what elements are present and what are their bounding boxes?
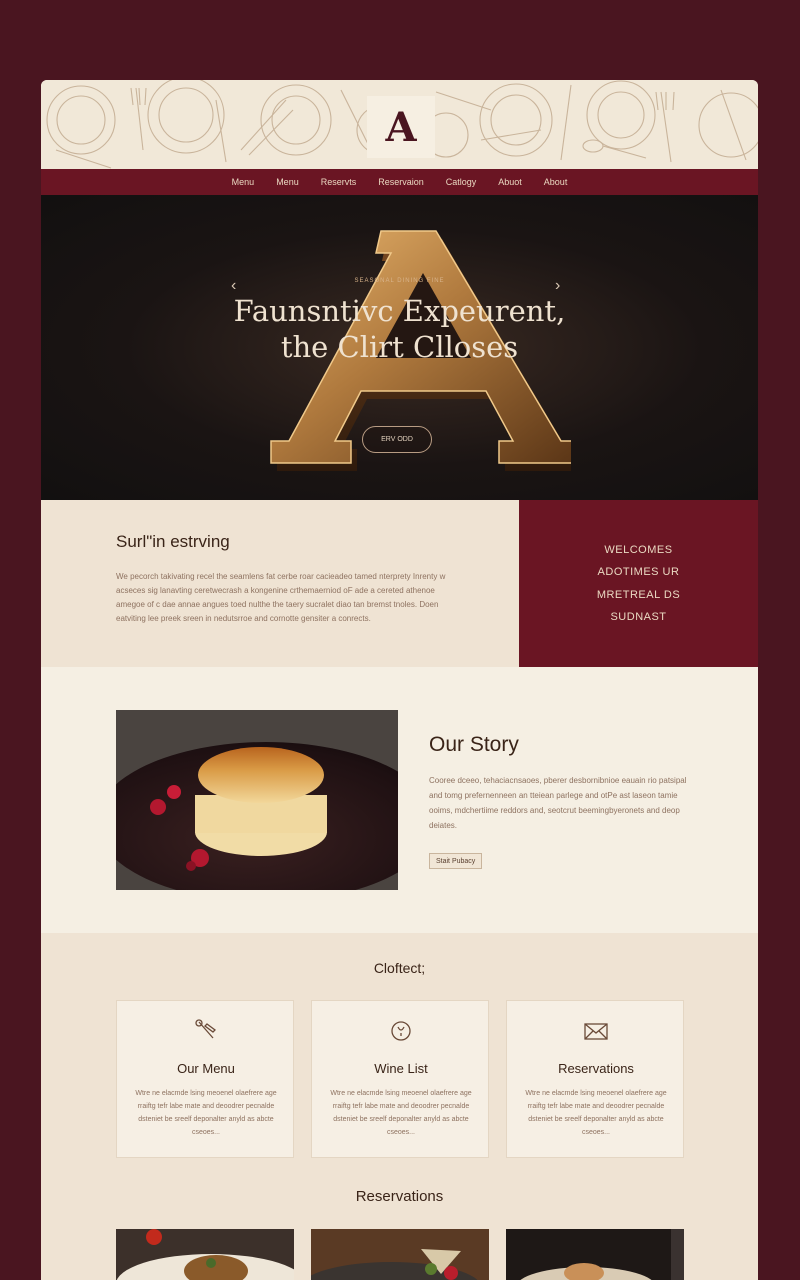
welcome-panel: WELCOMES ADOTIMES UR MRETREAL DS SUDNAST	[519, 500, 758, 667]
card-title: Wine List	[374, 1061, 428, 1076]
logo-letter: A	[385, 103, 417, 151]
our-story-section: Our Story Cooree dceeo, tehaciacnsaoes, …	[41, 667, 758, 933]
nav-item-about-2[interactable]: About	[533, 177, 579, 187]
story-button[interactable]: Stait Pubacy	[429, 853, 483, 869]
header-band: A	[41, 80, 758, 169]
dish-photo-2	[311, 1229, 489, 1280]
welcome-line-4: SUDNAST	[610, 611, 667, 623]
dish-photo-1	[116, 1229, 294, 1280]
card-body: Wtre ne elacmde lsing meoenel olaefrere …	[135, 1090, 277, 1136]
nav-item-catalog[interactable]: Catlogy	[435, 177, 488, 187]
card-title: Reservations	[558, 1061, 634, 1076]
welcome-line-1: WELCOMES	[604, 543, 673, 556]
nav-item-about[interactable]: Abuot	[487, 177, 533, 187]
hero-headline-line-2: the Clirt Clloses	[280, 330, 519, 364]
main-nav: Menu Menu Reservts Reservaion Catlogy Ab…	[41, 169, 758, 195]
welcome-line-2: ADOTIMES UR	[597, 566, 680, 578]
card-reservations[interactable]: Reservations Wtre ne elacmde lsing meoen…	[506, 1000, 684, 1158]
card-body: Wtre ne elacmde lsing meoenel olaefrere …	[330, 1090, 472, 1136]
page-frame: A Menu Menu Reservts Reservaion Catlogy …	[41, 80, 758, 1280]
nav-item-reservts[interactable]: Reservts	[310, 177, 368, 187]
card-our-menu[interactable]: Our Menu Wtre ne elacmde lsing meoenel o…	[116, 1000, 294, 1158]
intro-body: We pecorch takivating recel the seamlens…	[116, 572, 446, 623]
nav-item-menu-2[interactable]: Menu	[265, 177, 310, 187]
hero-cta-button[interactable]: ERV ODD	[362, 426, 432, 453]
offerings-section: Cloftect; Our Menu Wtre ne elacmde lsing…	[41, 933, 758, 1280]
tools-icon	[195, 1019, 216, 1039]
hero-banner: ‹ › SEASONAL DINING FINE Faunsntivc Expe…	[41, 195, 758, 500]
card-wine-list[interactable]: Wine List Wtre ne elacmde lsing meoenel …	[311, 1000, 489, 1158]
dish-photo-3	[506, 1229, 684, 1280]
dessert-photo	[116, 710, 398, 890]
intro-section: Surl"in estrving We pecorch takivating r…	[41, 500, 519, 667]
intro-title: Surl"in estrving	[116, 532, 230, 551]
nav-item-menu[interactable]: Menu	[221, 177, 266, 187]
hero-tagline: SEASONAL DINING FINE	[354, 278, 445, 284]
reservations-title: Reservations	[355, 1188, 444, 1205]
hero-headline-line-1: Faunsntivc Expeurent,	[233, 294, 566, 328]
wine-icon	[391, 1021, 411, 1041]
offerings-title: Cloftect;	[373, 960, 426, 976]
welcome-line-3: MRETREAL DS	[596, 588, 681, 601]
card-title: Our Menu	[177, 1061, 235, 1076]
card-body: Wtre ne elacmde lsing meoenel olaefrere …	[525, 1090, 667, 1136]
story-title: Our Story	[429, 733, 519, 756]
nav-item-reservation[interactable]: Reservaion	[367, 177, 435, 187]
logo[interactable]: A	[367, 96, 435, 158]
hero-headline: Faunsntivc Expeurent, the Clirt Clloses	[41, 293, 758, 365]
envelope-icon	[584, 1023, 608, 1040]
story-body: Cooree dceeo, tehaciacnsaoes, pberer des…	[429, 776, 687, 830]
